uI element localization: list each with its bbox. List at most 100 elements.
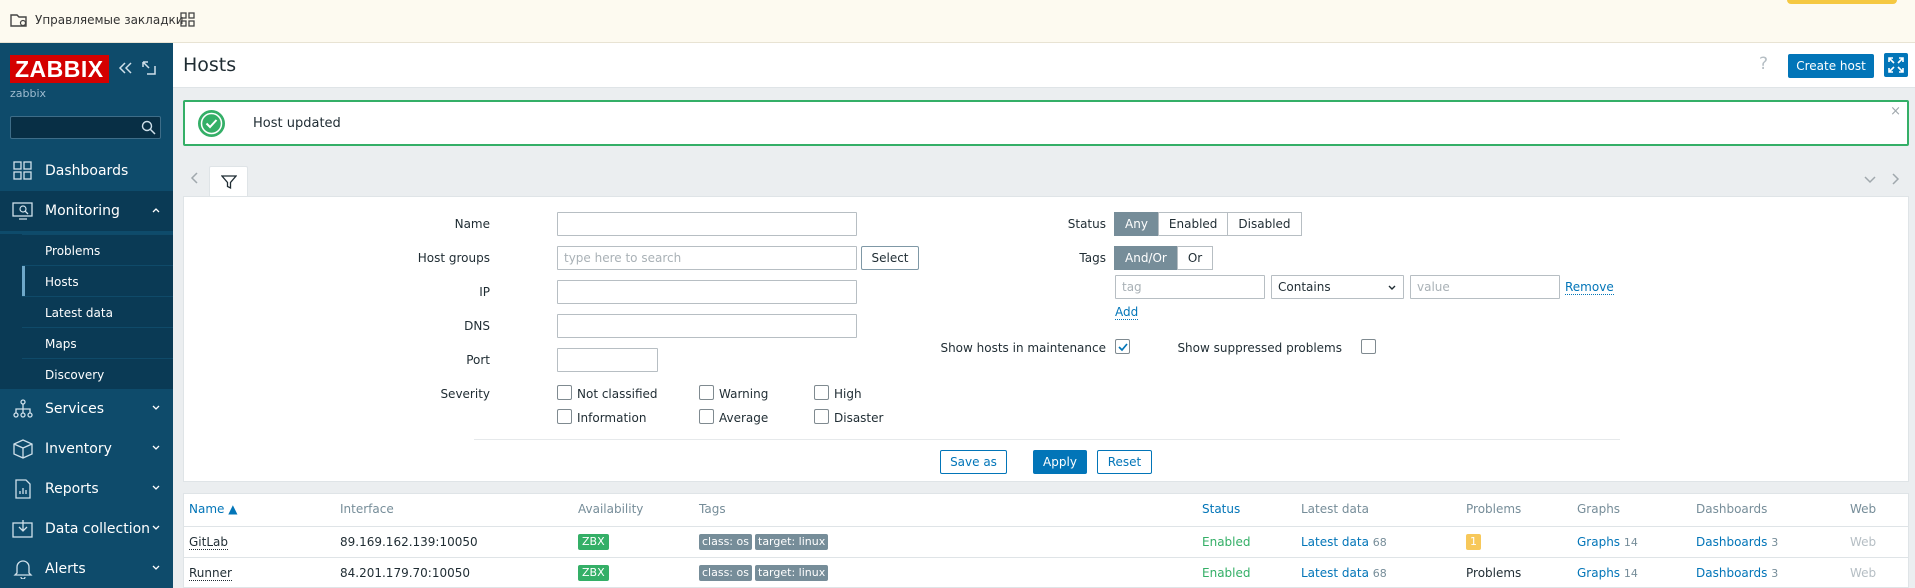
chevron-right-icon[interactable] bbox=[1889, 172, 1901, 186]
submenu-discovery[interactable]: Discovery bbox=[22, 358, 173, 389]
submenu-latest-data-label: Latest data bbox=[45, 306, 113, 320]
collapse-sidebar-icon[interactable] bbox=[116, 59, 134, 77]
tags-or-option[interactable]: Or bbox=[1176, 246, 1214, 270]
column-status-header[interactable]: Status bbox=[1202, 502, 1240, 516]
kiosk-sidebar-icon[interactable] bbox=[140, 59, 158, 77]
tags-andor-option[interactable]: And/Or bbox=[1114, 246, 1178, 270]
submenu-problems[interactable]: Problems bbox=[22, 234, 173, 265]
message-text: Host updated bbox=[253, 116, 341, 131]
fullscreen-button[interactable] bbox=[1884, 53, 1908, 77]
header-divider bbox=[184, 526, 1908, 527]
success-icon bbox=[198, 110, 225, 137]
host-status-link[interactable]: Enabled bbox=[1202, 535, 1251, 549]
tag-value-input[interactable]: value bbox=[1410, 275, 1560, 299]
menu-services[interactable]: Services bbox=[0, 389, 173, 429]
create-host-button[interactable]: Create host bbox=[1788, 54, 1874, 78]
zabbix-logo[interactable]: ZABBIX bbox=[10, 55, 109, 83]
severity-not-classified-label: Not classified bbox=[577, 387, 658, 401]
chevron-down-icon bbox=[1388, 285, 1396, 290]
managed-bookmarks-folder[interactable]: Управляемые закладки bbox=[10, 12, 184, 28]
severity-not-classified-checkbox[interactable] bbox=[557, 385, 572, 400]
apps-button[interactable] bbox=[180, 12, 195, 27]
host-name-link[interactable]: Runner bbox=[189, 566, 232, 581]
inventory-icon bbox=[13, 439, 33, 459]
severity-warning-checkbox[interactable] bbox=[699, 385, 714, 400]
chevron-down-icon bbox=[152, 485, 160, 490]
chevron-down-icon[interactable] bbox=[1863, 172, 1877, 186]
dashboards-count: 3 bbox=[1771, 536, 1779, 549]
status-disabled-option[interactable]: Disabled bbox=[1227, 212, 1302, 236]
latest-data-link[interactable]: Latest data 68 bbox=[1301, 535, 1387, 549]
filter-divider bbox=[474, 439, 1620, 440]
sidebar-search-input[interactable] bbox=[10, 116, 161, 139]
apps-grid-icon bbox=[180, 12, 195, 27]
latest-data-link[interactable]: Latest data 68 bbox=[1301, 566, 1387, 580]
graphs-link[interactable]: Graphs 14 bbox=[1577, 566, 1638, 580]
host-interface: 89.169.162.139:10050 bbox=[340, 535, 478, 549]
severity-average-label: Average bbox=[719, 411, 769, 425]
tag-operator-select[interactable]: Contains bbox=[1271, 275, 1404, 299]
menu-data-collection[interactable]: Data collection bbox=[0, 509, 173, 549]
severity-information-checkbox[interactable] bbox=[557, 409, 572, 424]
menu-dashboards[interactable]: Dashboards bbox=[0, 151, 173, 191]
save-as-button[interactable]: Save as bbox=[940, 450, 1007, 474]
dns-input[interactable] bbox=[557, 314, 857, 338]
port-input[interactable] bbox=[557, 348, 658, 372]
bookmarks-bar: Управляемые закладки bbox=[0, 0, 1915, 43]
remove-tag-link[interactable]: Remove bbox=[1565, 280, 1614, 295]
submenu-hosts[interactable]: Hosts bbox=[22, 265, 173, 297]
host-name-link[interactable]: GitLab bbox=[189, 535, 228, 550]
filter-tabs bbox=[183, 163, 1909, 197]
status-enabled-option[interactable]: Enabled bbox=[1157, 212, 1229, 236]
success-message: Host updated × bbox=[183, 100, 1909, 146]
tag-badge[interactable]: class: os bbox=[699, 534, 752, 550]
host-groups-select-button[interactable]: Select bbox=[861, 246, 919, 270]
severity-high-checkbox[interactable] bbox=[814, 385, 829, 400]
availability-badge[interactable]: ZBX bbox=[578, 534, 609, 550]
add-tag-link[interactable]: Add bbox=[1115, 305, 1139, 320]
ip-input[interactable] bbox=[557, 280, 857, 304]
tag-badge[interactable]: class: os bbox=[699, 565, 752, 581]
close-icon[interactable]: × bbox=[1890, 104, 1901, 119]
problems-link[interactable]: Problems bbox=[1466, 566, 1521, 580]
severity-disaster-checkbox[interactable] bbox=[814, 409, 829, 424]
column-name-header[interactable]: Name ▲ bbox=[189, 502, 237, 516]
chevron-left-icon[interactable] bbox=[189, 171, 201, 185]
dashboards-link[interactable]: Dashboards 3 bbox=[1696, 566, 1778, 580]
name-input[interactable] bbox=[557, 212, 857, 236]
column-dashboards-header: Dashboards bbox=[1696, 502, 1768, 516]
host-groups-label: Host groups bbox=[417, 251, 490, 265]
reset-button[interactable]: Reset bbox=[1097, 450, 1152, 474]
severity-average-checkbox[interactable] bbox=[699, 409, 714, 424]
availability-badge[interactable]: ZBX bbox=[578, 565, 609, 581]
severity-high-label: High bbox=[834, 387, 862, 401]
menu-monitoring[interactable]: Monitoring bbox=[0, 191, 173, 231]
menu-dashboards-label: Dashboards bbox=[45, 163, 129, 179]
host-groups-input[interactable]: type here to search bbox=[557, 246, 857, 270]
menu-inventory[interactable]: Inventory bbox=[0, 429, 173, 469]
menu-reports[interactable]: Reports bbox=[0, 469, 173, 509]
search-icon[interactable] bbox=[141, 120, 156, 135]
apply-button[interactable]: Apply bbox=[1033, 450, 1087, 474]
page-header: Hosts ? Create host bbox=[173, 43, 1915, 88]
sidebar: ZABBIX zabbix Dashboards Monitoring Prob… bbox=[0, 43, 173, 588]
column-tags-header: Tags bbox=[699, 502, 726, 516]
status-any-option[interactable]: Any bbox=[1114, 212, 1159, 236]
problem-count-badge[interactable]: 1 bbox=[1466, 534, 1481, 550]
graphs-link[interactable]: Graphs 14 bbox=[1577, 535, 1638, 549]
submenu-maps[interactable]: Maps bbox=[22, 327, 173, 358]
filter-tab[interactable] bbox=[209, 166, 248, 197]
dashboards-link[interactable]: Dashboards 3 bbox=[1696, 535, 1778, 549]
submenu-latest-data[interactable]: Latest data bbox=[22, 296, 173, 327]
tag-badge[interactable]: target: linux bbox=[755, 565, 829, 581]
suppressed-checkbox[interactable] bbox=[1361, 339, 1376, 354]
menu-alerts[interactable]: Alerts bbox=[0, 549, 173, 588]
web-label: Web bbox=[1850, 535, 1877, 549]
tag-badge[interactable]: target: linux bbox=[755, 534, 829, 550]
maintenance-checkbox[interactable] bbox=[1115, 339, 1130, 354]
tag-input[interactable]: tag bbox=[1115, 275, 1265, 299]
submenu-hosts-label: Hosts bbox=[45, 275, 79, 289]
help-icon[interactable]: ? bbox=[1759, 54, 1768, 74]
host-status-link[interactable]: Enabled bbox=[1202, 566, 1251, 580]
submenu-problems-label: Problems bbox=[45, 244, 101, 258]
